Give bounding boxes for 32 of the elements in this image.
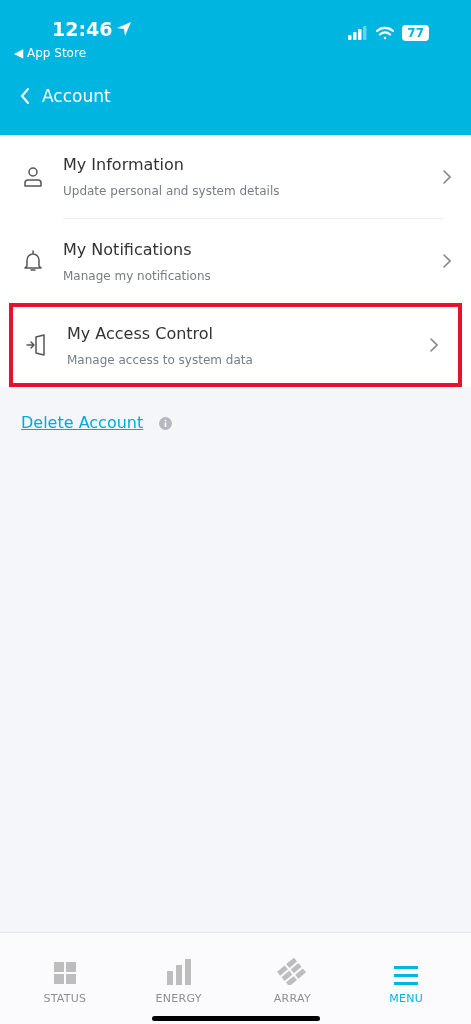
delete-account-link[interactable]: Delete Account [21,411,144,435]
tab-bar-item[interactable]: ARRAY [252,957,333,1008]
info-icon[interactable] [159,416,173,430]
menu-list-item[interactable]: My Information Update personal and system details [0,135,471,219]
item-title: My Notifications [63,238,193,261]
back-chevron-icon[interactable] [20,87,30,106]
grid-icon [52,961,77,985]
item-subtitle: Manage my notifications [63,267,212,285]
solar-panels-icon [277,957,308,985]
item-subtitle: Manage access to system data [67,351,254,369]
chevron-right-icon [443,170,451,184]
bell-icon [21,249,45,273]
menu-icon [394,965,419,985]
wifi-icon [375,26,396,40]
chevron-right-icon [443,254,451,268]
tab-bar-item[interactable]: MENU [366,957,447,1008]
tab-bar-item[interactable]: ENERGY [138,957,219,1008]
location-arrow-icon [116,21,133,38]
item-title: My Access Control [67,322,215,345]
battery-indicator: 77 [402,25,429,41]
menu-list-item[interactable]: My Notifications Manage my notifications [0,219,471,303]
status-time: 12:46 [52,17,113,42]
signal-icon [348,26,369,40]
person-icon [21,165,45,189]
tab-bar-item[interactable]: STATUS [24,957,105,1008]
menu-list-item[interactable]: My Access Control Manage access to system data [9,303,462,387]
page-title: Account [42,84,111,108]
item-subtitle: Update personal and system details [63,183,281,200]
bar-chart-icon [165,959,192,985]
item-title: My Information [63,154,185,176]
chevron-right-icon [430,338,438,352]
back-to-app-link[interactable]: ◀ App Store [14,43,133,62]
